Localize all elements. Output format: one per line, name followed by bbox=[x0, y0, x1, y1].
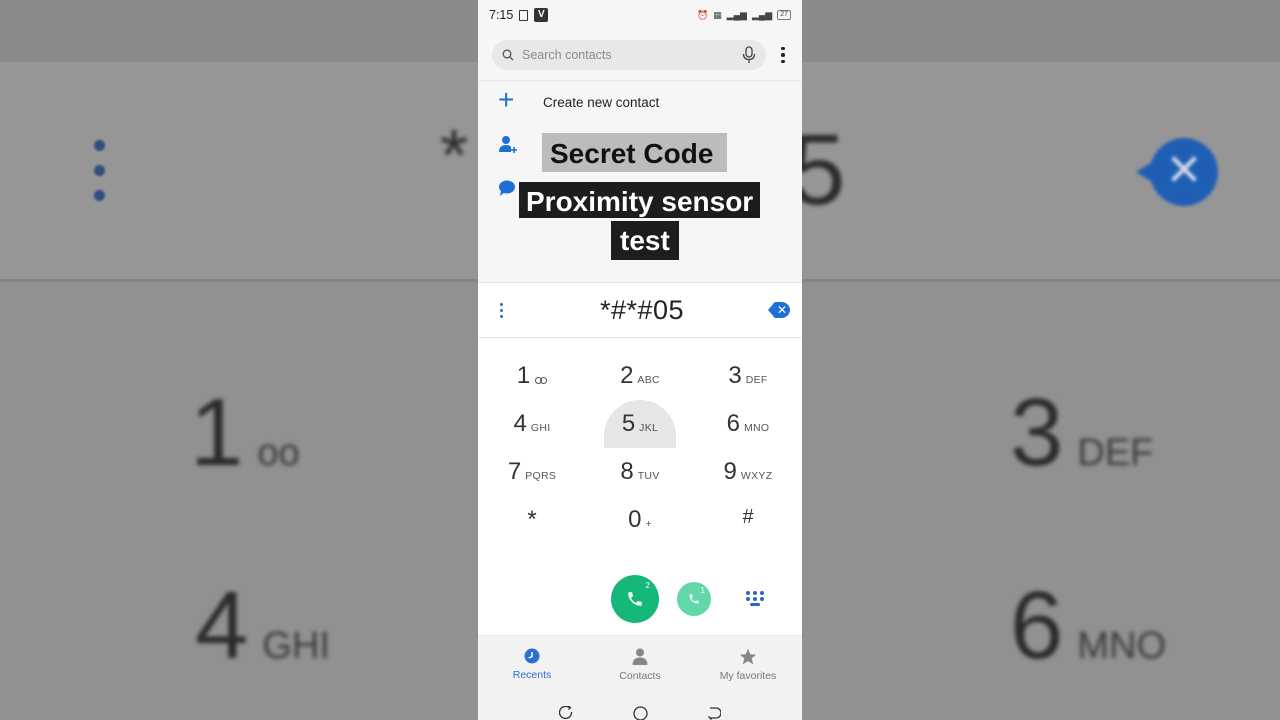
tab-favorites[interactable]: My favorites bbox=[694, 636, 802, 693]
tab-recents[interactable]: Recents bbox=[478, 636, 586, 693]
message-icon[interactable] bbox=[498, 179, 516, 197]
back-icon bbox=[708, 707, 721, 720]
entered-number[interactable]: *#*#05 bbox=[516, 295, 768, 326]
star-icon bbox=[739, 648, 757, 664]
key-9[interactable]: 9 WXYZ bbox=[694, 448, 802, 496]
sim1-badge: 1 bbox=[700, 586, 705, 595]
key-hash[interactable]: # bbox=[694, 496, 802, 544]
bg-close-icon: ✕ bbox=[1136, 138, 1218, 206]
microphone-icon[interactable] bbox=[742, 46, 756, 64]
overlay-caption-line2: Proximity sensor bbox=[519, 182, 761, 218]
bottom-tab-bar: Recents Contacts My favorites bbox=[478, 635, 802, 693]
search-bar[interactable] bbox=[492, 40, 766, 70]
call-buttons-row: 2 1 bbox=[478, 563, 802, 635]
search-icon bbox=[502, 49, 514, 61]
search-row bbox=[478, 30, 802, 80]
tab-contacts[interactable]: Contacts bbox=[586, 636, 694, 693]
data-icon: ▦ bbox=[713, 9, 722, 20]
key-4[interactable]: 4 GHI bbox=[478, 400, 586, 448]
keypad-row: 4 GHI 5 JKL 6 MNO bbox=[478, 400, 802, 448]
key-1[interactable]: 1 bbox=[478, 352, 586, 400]
signal-icon-2: ▂▄▆ bbox=[751, 9, 773, 20]
status-bar: 7:15 V ⏰ ▦ ▂▄▆ ▂▄▆ 27 bbox=[478, 0, 802, 30]
signal-icon: ▂▄▆ bbox=[726, 9, 747, 20]
home-icon bbox=[632, 705, 648, 720]
phone-icon bbox=[628, 592, 642, 606]
person-icon bbox=[632, 648, 648, 665]
bg-ghost-key-6: 6 MNO bbox=[1010, 572, 1167, 679]
recent-apps-icon bbox=[559, 706, 573, 720]
bg-ghost-key-4: 4 GHI bbox=[195, 572, 330, 679]
key-0[interactable]: 0 + bbox=[586, 496, 694, 544]
tab-favorites-label: My favorites bbox=[719, 669, 777, 682]
key-2[interactable]: 2 ABC bbox=[586, 352, 694, 400]
home-button[interactable] bbox=[632, 705, 648, 720]
backspace-button[interactable]: ✕ bbox=[768, 302, 790, 318]
create-new-contact-row[interactable]: + Create new contact bbox=[478, 81, 802, 123]
dial-keypad: 1 2 ABC 3 DEF 4 GHI 5 JKL 6 MNO 7 PQRS 8 TUV 9W… bbox=[478, 338, 802, 563]
bg-dots-icon bbox=[94, 140, 105, 215]
overlay-caption-title: Secret Code bbox=[542, 133, 728, 172]
bg-ghost-star: * bbox=[440, 116, 469, 196]
status-time: 7:15 bbox=[489, 8, 514, 22]
phone-screen: 7:15 V ⏰ ▦ ▂▄▆ ▂▄▆ 27 + C bbox=[478, 0, 802, 720]
notification-icon bbox=[519, 9, 529, 21]
voicemail-icon bbox=[535, 377, 548, 384]
key-8[interactable]: 8 TUV bbox=[586, 448, 694, 496]
overlay-caption-line3: test bbox=[611, 221, 679, 260]
status-icons: ⏰ ▦ ▂▄▆ ▂▄▆ 27 bbox=[697, 10, 791, 21]
key-6[interactable]: 6 MNO bbox=[694, 400, 802, 448]
hide-keypad-icon[interactable] bbox=[746, 591, 764, 607]
call-sim1-button[interactable]: 1 bbox=[677, 582, 711, 616]
clock-icon bbox=[524, 648, 540, 664]
battery-icon: 27 bbox=[777, 10, 791, 20]
keypad-row: 1 2 ABC 3 DEF bbox=[478, 352, 802, 400]
tab-recents-label: Recents bbox=[512, 669, 552, 681]
dial-options-button[interactable] bbox=[500, 302, 506, 318]
alarm-icon: ⏰ bbox=[697, 9, 709, 20]
key-3[interactable]: 3 DEF bbox=[694, 352, 802, 400]
dial-display: *#*#05 ✕ bbox=[478, 282, 802, 338]
back-button[interactable] bbox=[706, 705, 722, 720]
plus-icon: + bbox=[498, 84, 515, 115]
key-5[interactable]: 5 JKL bbox=[586, 400, 694, 448]
add-contact-icon[interactable] bbox=[498, 135, 518, 155]
suggestions-panel: + Create new contact Secret Code Proximi… bbox=[478, 80, 802, 280]
keypad-row: * 0 + # bbox=[478, 496, 802, 544]
tab-contacts-label: Contacts bbox=[619, 669, 661, 682]
bg-ghost-key-3: 3 DEF bbox=[1010, 379, 1154, 486]
bg-ghost-key-1: 1 oo bbox=[190, 379, 300, 486]
keypad-row: 7 PQRS 8 TUV 9 WXYZ bbox=[478, 448, 802, 496]
call-sim2-button[interactable]: 2 bbox=[611, 575, 659, 623]
phone-icon bbox=[689, 594, 699, 604]
app-notification-icon: V bbox=[534, 8, 549, 22]
recent-apps-button[interactable] bbox=[558, 705, 574, 720]
key-star[interactable]: * bbox=[478, 496, 586, 544]
more-options-button[interactable] bbox=[776, 46, 790, 64]
sim2-badge: 2 bbox=[645, 581, 650, 590]
key-7[interactable]: 7 PQRS bbox=[478, 448, 586, 496]
search-input[interactable] bbox=[522, 48, 742, 62]
system-nav-bar bbox=[478, 693, 802, 720]
create-new-contact-label: Create new contact bbox=[543, 94, 660, 110]
